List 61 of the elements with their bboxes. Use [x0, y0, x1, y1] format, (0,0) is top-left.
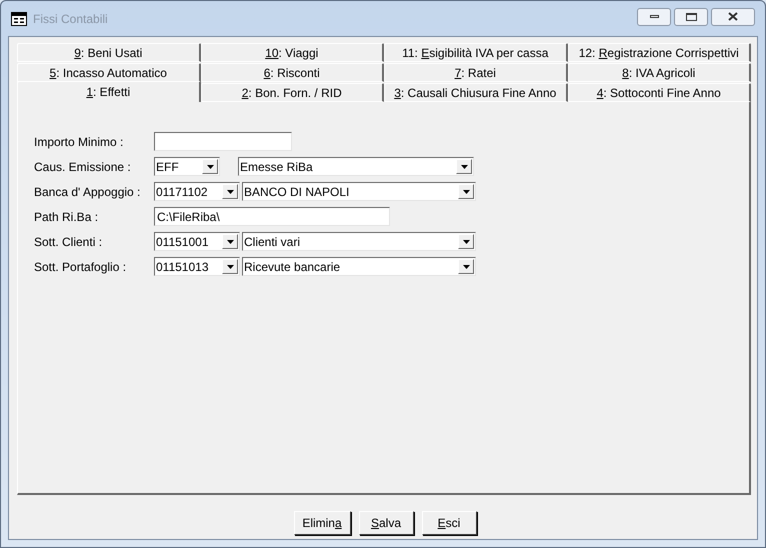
field-label: Importo Minimo : [34, 134, 124, 150]
text-field[interactable] [154, 132, 292, 151]
combo-value: 01151013 [156, 258, 208, 276]
field-label: Banca d' Appoggio : [34, 184, 142, 200]
close-button[interactable] [711, 8, 755, 26]
tab[interactable]: 8: IVA Agricoli [568, 63, 751, 82]
field-label: Sott. Clienti : [34, 234, 104, 250]
dialog-button[interactable]: Elimina [294, 511, 350, 535]
combo-value: EFF [156, 158, 179, 176]
combo-box[interactable]: BANCO DI NAPOLI [242, 182, 476, 201]
field-label: Sott. Portafoglio : [34, 258, 128, 276]
combo-box[interactable]: Emesse RiBa [238, 157, 474, 176]
caret-icon [226, 240, 234, 244]
field-label: Path Ri.Ba : [34, 208, 100, 226]
combo-value: Clienti vari [244, 234, 300, 250]
combo-box[interactable]: Ricevute bancarie [242, 257, 476, 276]
tab[interactable]: 3: Causali Chiusura Fine Anno [384, 83, 568, 102]
combo-box[interactable]: 01151013 [154, 257, 240, 276]
combo-value: BANCO DI NAPOLI [244, 184, 350, 200]
dialog-button[interactable]: Salva [358, 511, 414, 535]
dropdown-button[interactable] [222, 259, 238, 274]
form-icon [11, 12, 27, 26]
tab[interactable]: 9: Beni Usati [17, 43, 200, 62]
caret-icon [460, 164, 468, 168]
maximize-button[interactable] [674, 8, 708, 26]
tab[interactable]: 2: Bon. Forn. / RID [200, 83, 384, 102]
dropdown-button[interactable] [458, 234, 474, 249]
tab[interactable]: 12: Registrazione Corrispettivi [568, 43, 751, 62]
combo-box[interactable]: 01171102 [154, 182, 240, 201]
dropdown-button[interactable] [222, 234, 238, 249]
caret-icon [206, 164, 214, 168]
caret-icon [462, 264, 470, 268]
tab[interactable]: 6: Risconti [200, 63, 384, 82]
combo-value: Ricevute bancarie [244, 258, 340, 276]
text-field[interactable]: C:\FileRiba\ [154, 207, 390, 226]
combo-box[interactable]: Clienti vari [242, 232, 476, 251]
caret-icon [462, 240, 470, 244]
combo-value: 01151001 [156, 234, 208, 250]
minimize-button[interactable] [637, 8, 671, 26]
caret-icon [226, 264, 234, 268]
tab[interactable]: 4: Sottoconti Fine Anno [568, 83, 751, 102]
tab[interactable]: 7: Ratei [384, 63, 568, 82]
dropdown-button[interactable] [458, 184, 474, 199]
dialog-button[interactable]: Esci [422, 511, 476, 535]
field-label: Caus. Emissione : [34, 158, 132, 176]
caret-icon [462, 190, 470, 194]
tab[interactable]: 11: Esigibilità IVA per cassa [384, 43, 568, 62]
window-title: Fissi Contabili [33, 10, 108, 28]
combo-value: 01171102 [156, 184, 208, 200]
combo-box[interactable]: 01151001 [154, 232, 240, 251]
dropdown-button[interactable] [458, 259, 474, 274]
tab[interactable]: 10: Viaggi [200, 43, 384, 62]
combo-value: Emesse RiBa [240, 158, 313, 176]
caret-icon [226, 190, 234, 194]
combo-box[interactable]: EFF [154, 157, 220, 176]
tab[interactable]: 5: Incasso Automatico [17, 63, 200, 82]
dropdown-button[interactable] [456, 159, 472, 174]
tab[interactable]: 1: Effetti [17, 81, 200, 102]
dropdown-button[interactable] [202, 159, 218, 174]
close-icon [728, 12, 738, 21]
dropdown-button[interactable] [222, 184, 238, 199]
